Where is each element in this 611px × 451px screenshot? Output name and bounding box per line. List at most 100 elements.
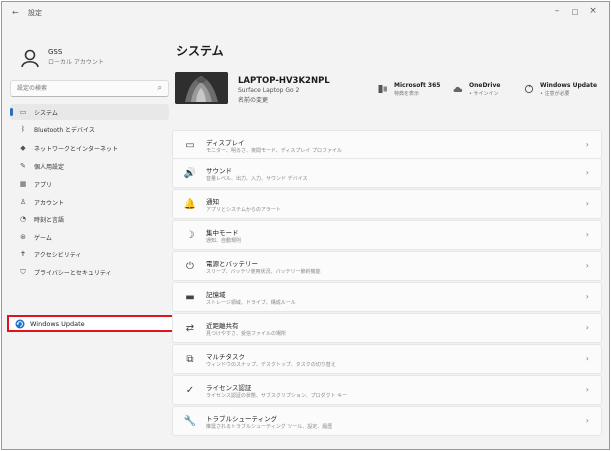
- sidebar-item-windows-update[interactable]: Windows Update: [7, 315, 174, 332]
- sidebar-item-wifi[interactable]: ◆ ネットワークとインターネット: [10, 140, 169, 156]
- quick-title: Windows Update: [540, 82, 598, 89]
- sidebar-item-brush[interactable]: ✎ 個人用設定: [10, 158, 169, 174]
- settings-card-power[interactable]: ⏻ 電源とバッテリー スリープ、バッテリ使用状況、バッテリー節約機能 ›: [172, 251, 602, 281]
- sidebar-item-monitor[interactable]: ▭ システム: [10, 104, 169, 120]
- card-title: ディスプレイ: [206, 139, 245, 147]
- back-arrow-icon[interactable]: ←: [12, 8, 19, 17]
- sidebar-item-label: Bluetooth とデバイス: [34, 127, 95, 134]
- onedrive-cloud-icon: [453, 86, 463, 92]
- card-title: マルチタスク: [206, 353, 245, 361]
- device-name: LAPTOP-HV3K2NPL: [238, 76, 330, 86]
- chevron-right-icon: ›: [585, 323, 589, 332]
- windows-update-icon: [15, 319, 25, 329]
- card-description: ストレージ領域、ドライブ、構成ルール: [206, 300, 296, 306]
- page-title: システム: [176, 44, 224, 58]
- card-description: 見つけやすさ、受信ファイルの場所: [206, 331, 287, 337]
- user-name: GSS: [48, 48, 63, 56]
- card-description: ライセンス認証の状態、サブスクリプション、プロダクト キー: [206, 393, 348, 399]
- accessibility-icon: ✝: [20, 250, 26, 258]
- sidebar-item-shield[interactable]: ⛉ プライバシーとセキュリティ: [10, 264, 169, 280]
- card-description: アプリとシステムからのアラート: [206, 207, 281, 213]
- chevron-right-icon: ›: [585, 140, 589, 149]
- chevron-right-icon: ›: [585, 385, 589, 394]
- monitor-icon: ▭: [19, 108, 27, 116]
- rename-link[interactable]: 名前の変更: [238, 95, 268, 104]
- device-image[interactable]: [175, 72, 228, 104]
- sidebar-item-clock-globe[interactable]: ◔ 時刻と言語: [10, 211, 169, 227]
- settings-card-speaker[interactable]: 🔊 サウンド 音量レベル、出力、入力、サウンド デバイス ›: [172, 158, 602, 188]
- sidebar: GSS ローカル アカウント ⌕ ▭ システム ᛒ Bluetooth とデバイス ◆ ネ…: [2, 26, 178, 449]
- app-title: 設定: [28, 9, 42, 17]
- settings-card-multitasking[interactable]: ⧉ マルチタスク ウィンドウのスナップ、デスクトップ、タスクの切り替え ›: [172, 344, 602, 374]
- sidebar-item-label: アプリ: [34, 182, 53, 189]
- card-title: 電源とバッテリー: [206, 260, 258, 268]
- sidebar-item-label: ゲーム: [34, 235, 52, 242]
- settings-card-bell[interactable]: 🔔 通知 アプリとシステムからのアラート ›: [172, 189, 602, 219]
- card-title: 通知: [206, 198, 219, 206]
- quick-subtitle: 特典を表示: [394, 91, 420, 97]
- quick-subtitle: • 注意が必要: [540, 91, 570, 97]
- quick-subtitle: • サインイン: [469, 91, 499, 97]
- shield-icon: ⛉: [20, 268, 26, 276]
- search-icon[interactable]: ⌕: [158, 83, 162, 93]
- check-circle-icon: ✓: [185, 385, 195, 396]
- settings-card-nearby-share[interactable]: ⇄ 近距離共有 見つけやすさ、受信ファイルの場所 ›: [172, 313, 602, 343]
- card-description: 音量レベル、出力、入力、サウンド デバイス: [206, 176, 308, 182]
- settings-card-check-circle[interactable]: ✓ ライセンス認証 ライセンス認証の状態、サブスクリプション、プロダクト キー ›: [172, 375, 602, 405]
- sidebar-item-apps[interactable]: ▦ アプリ: [10, 176, 169, 192]
- account-type: ローカル アカウント: [48, 59, 104, 66]
- title-bar: ← 設定 – □ ×: [2, 2, 609, 26]
- chevron-right-icon: ›: [585, 168, 589, 177]
- sidebar-item-person[interactable]: ♙ アカウント: [10, 194, 169, 210]
- wrench-icon: 🔧: [183, 416, 197, 427]
- bell-icon: 🔔: [183, 199, 197, 210]
- power-icon: ⏻: [186, 261, 194, 272]
- settings-window: ← 設定 – □ × GSS ローカル アカウント ⌕ ▭ システム ᛒ Blueto…: [1, 1, 610, 450]
- microsoft-365-icon: [378, 85, 387, 93]
- minimize-icon[interactable]: –: [550, 6, 564, 16]
- chevron-right-icon: ›: [585, 199, 589, 208]
- card-title: 記憶域: [206, 291, 226, 299]
- sidebar-item-gamepad[interactable]: ⊛ ゲーム: [10, 229, 169, 245]
- sidebar-item-label: システム: [34, 110, 58, 117]
- brush-icon: ✎: [20, 162, 26, 170]
- sidebar-item-label: ネットワークとインターネット: [34, 146, 119, 153]
- chevron-right-icon: ›: [585, 292, 589, 301]
- avatar-icon[interactable]: [20, 48, 40, 68]
- sidebar-item-accessibility[interactable]: ✝ アクセシビリティ: [10, 246, 169, 262]
- sidebar-item-label: 個人用設定: [34, 164, 65, 171]
- quick-title: OneDrive: [469, 82, 501, 89]
- card-title: サウンド: [206, 167, 232, 175]
- chevron-right-icon: ›: [585, 416, 589, 425]
- card-description: ウィンドウのスナップ、デスクトップ、タスクの切り替え: [206, 362, 336, 368]
- clock-globe-icon: ◔: [19, 215, 27, 223]
- display-icon: ▭: [185, 140, 195, 151]
- sidebar-item-label: 時刻と言語: [34, 217, 65, 224]
- chevron-right-icon: ›: [585, 354, 589, 363]
- card-description: スリープ、バッテリ使用状況、バッテリー節約機能: [206, 269, 321, 275]
- search-box[interactable]: ⌕: [10, 80, 169, 97]
- close-icon[interactable]: ×: [586, 6, 600, 16]
- apps-icon: ▦: [19, 180, 27, 188]
- chevron-right-icon: ›: [585, 261, 589, 270]
- chevron-right-icon: ›: [585, 230, 589, 239]
- card-description: 通知、自動規則: [206, 238, 242, 244]
- sidebar-item-bluetooth[interactable]: ᛒ Bluetooth とデバイス: [10, 121, 169, 137]
- sidebar-item-label: プライバシーとセキュリティ: [34, 270, 112, 277]
- device-model: Surface Laptop Go 2: [238, 87, 300, 94]
- multitasking-icon: ⧉: [186, 354, 194, 365]
- quick-title: Microsoft 365: [394, 82, 441, 89]
- moon-icon: ☽: [185, 230, 195, 241]
- sidebar-item-label: アカウント: [34, 200, 65, 207]
- person-icon: ♙: [19, 198, 27, 206]
- settings-card-storage[interactable]: ▬ 記憶域 ストレージ領域、ドライブ、構成ルール ›: [172, 282, 602, 312]
- settings-card-display[interactable]: ▭ ディスプレイ モニター、明るさ、夜間モード、ディスプレイ プロファイル ›: [172, 130, 602, 160]
- card-title: 集中モード: [206, 229, 239, 237]
- windows-update-icon: [524, 84, 534, 94]
- device-wallpaper-icon: [175, 72, 228, 104]
- settings-card-moon[interactable]: ☽ 集中モード 通知、自動規則 ›: [172, 220, 602, 250]
- speaker-icon: 🔊: [183, 168, 197, 179]
- search-input[interactable]: [17, 83, 147, 94]
- settings-card-wrench[interactable]: 🔧 トラブルシューティング 推奨されるトラブルシューティング ツール、設定、履歴 ›: [172, 406, 602, 436]
- maximize-icon[interactable]: □: [568, 8, 582, 16]
